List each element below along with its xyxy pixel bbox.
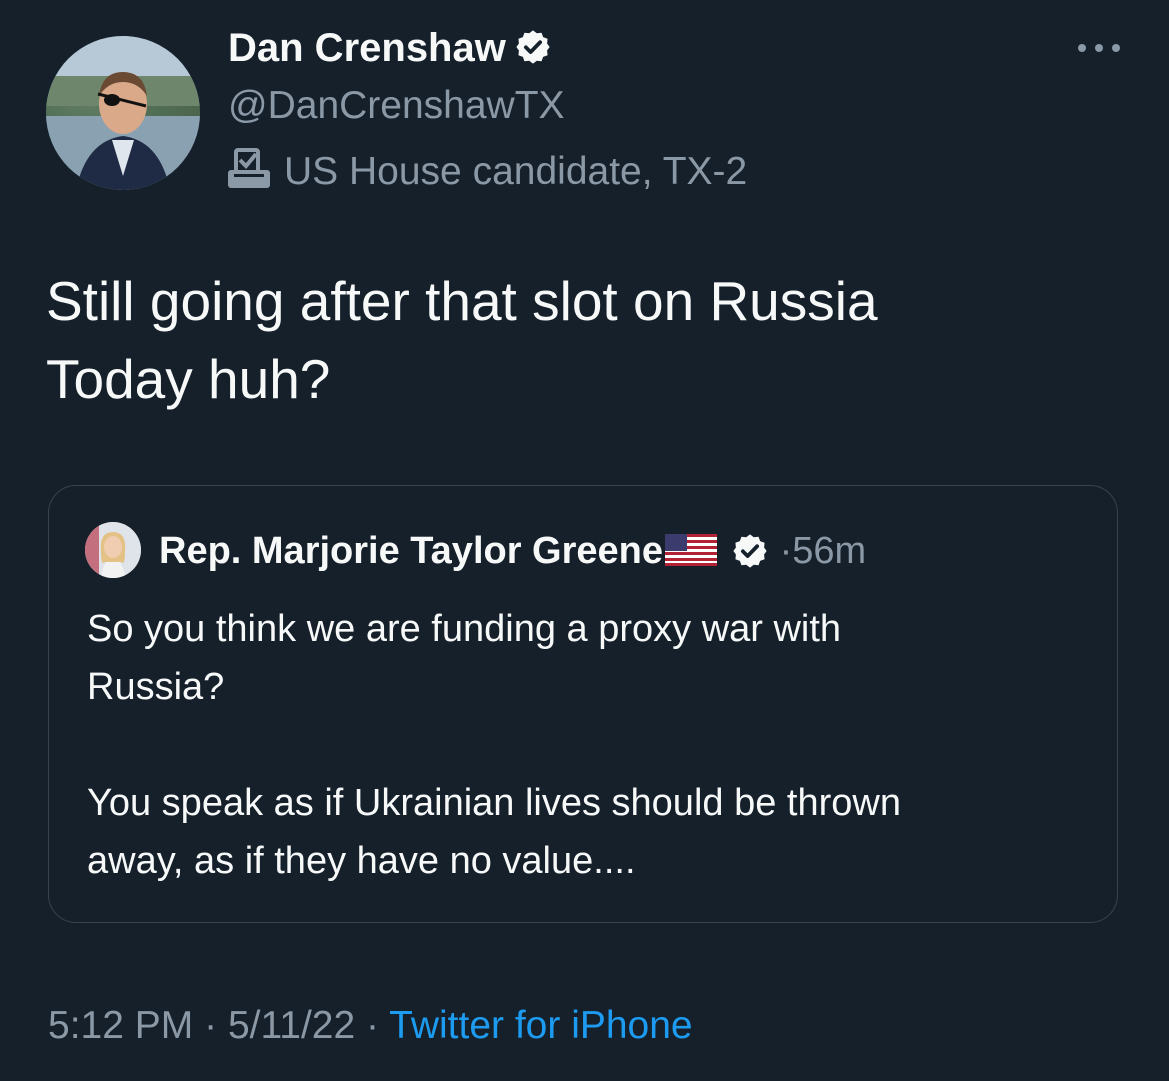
quoted-text-line: Russia? bbox=[87, 666, 225, 708]
quoted-text: So you think we are funding a proxy war … bbox=[87, 600, 1087, 890]
more-options-button[interactable] bbox=[1074, 36, 1124, 60]
quoted-text-line: You speak as if Ukrainian lives should b… bbox=[87, 782, 901, 824]
more-dots-icon bbox=[1078, 44, 1120, 52]
author-name[interactable]: Dan Crenshaw bbox=[228, 26, 552, 71]
author-label: US House candidate, TX-2 bbox=[224, 146, 747, 194]
avatar-photo-icon bbox=[46, 36, 200, 190]
quoted-text-line: away, as if they have no value.... bbox=[87, 840, 636, 882]
footer-source-link[interactable]: Twitter for iPhone bbox=[389, 1004, 692, 1047]
quoted-text-line: So you think we are funding a proxy war … bbox=[87, 608, 842, 650]
ballot-box-icon bbox=[228, 148, 270, 188]
author-name-text: Dan Crenshaw bbox=[228, 26, 506, 70]
tweet-text-line: Still going after that slot on Russia bbox=[46, 270, 878, 332]
us-flag-icon bbox=[665, 534, 718, 566]
author-avatar[interactable] bbox=[46, 36, 200, 190]
tweet-text: Still going after that slot on Russia To… bbox=[46, 262, 1106, 418]
quoted-time[interactable]: 56m bbox=[792, 530, 866, 572]
footer-separator: · bbox=[204, 1004, 218, 1047]
footer-time[interactable]: 5:12 PM bbox=[48, 1004, 193, 1047]
author-label-text: US House candidate, TX-2 bbox=[284, 150, 748, 193]
quoted-tweet-card[interactable]: Rep. Marjorie Taylor Greene ·56m So you … bbox=[48, 485, 1118, 923]
tweet-footer: 5:12 PM · 5/11/22 · Twitter for iPhone bbox=[48, 1004, 693, 1048]
quoted-separator: · bbox=[779, 530, 793, 572]
verified-badge-icon bbox=[516, 30, 550, 64]
footer-separator: · bbox=[366, 1004, 380, 1047]
author-handle[interactable]: @DanCrenshawTX bbox=[228, 84, 565, 128]
quoted-avatar-photo-icon bbox=[85, 522, 141, 578]
footer-date[interactable]: 5/11/22 bbox=[228, 1004, 355, 1047]
quoted-author-name[interactable]: Rep. Marjorie Taylor Greene bbox=[159, 530, 663, 572]
quoted-header: Rep. Marjorie Taylor Greene ·56m bbox=[159, 530, 866, 573]
tweet-text-line: Today huh? bbox=[46, 348, 331, 410]
quoted-verified-badge-icon bbox=[733, 534, 767, 568]
quoted-author-avatar[interactable] bbox=[85, 522, 141, 578]
